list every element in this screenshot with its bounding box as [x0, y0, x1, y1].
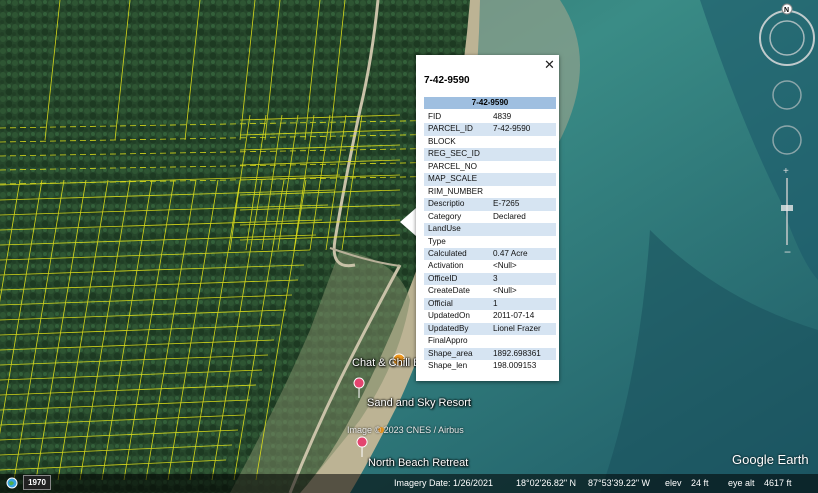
globe-icon[interactable]: [6, 477, 18, 489]
attribute-key: Type: [428, 236, 446, 246]
attribute-key: Shape_len: [428, 361, 468, 371]
attribute-value: [489, 236, 556, 248]
historical-imagery-year[interactable]: 1970: [23, 475, 51, 490]
zoom-in-icon[interactable]: +: [783, 166, 789, 177]
attribute-value: 1892.698361: [489, 347, 556, 361]
attribute-key: PARCEL_ID: [424, 123, 489, 136]
attribute-key: Activation: [428, 261, 464, 271]
attribute-key: REG_SEC_ID: [424, 148, 489, 161]
attribute-row: Activation <Null>: [424, 260, 556, 272]
popup-title: 7-42-9590: [424, 75, 470, 86]
attribute-key: Category: [428, 211, 462, 221]
place-label-sand-sky[interactable]: Sand and Sky Resort: [367, 397, 471, 409]
place-label-chat-chill[interactable]: Chat & Chill B: [352, 357, 420, 369]
attribute-value: 1: [489, 297, 556, 311]
attribute-row: Official 1: [424, 297, 556, 311]
attribute-key: PARCEL_NO: [428, 161, 477, 171]
attribute-key: Descriptio: [424, 198, 489, 211]
attribute-table: FID 4839 PARCEL_ID 7-42-9590 BLOCK REG_SEC_ID…: [424, 111, 556, 373]
attribute-value: 0.47 Acre: [489, 247, 556, 261]
elevation-value: 24 ft: [691, 478, 709, 488]
attribute-row: Shape_len 198.009153: [424, 360, 556, 372]
attribute-row: Calculated 0.47 Acre: [424, 247, 556, 261]
attribute-row: RIM_NUMBER: [424, 186, 556, 198]
imagery-attribution: Image © 2023 CNES / Airbus: [347, 425, 464, 435]
attribute-key: RIM_NUMBER: [428, 186, 484, 196]
attribute-row: UpdatedBy Lionel Frazer: [424, 322, 556, 336]
attribute-row: FID 4839: [424, 111, 556, 123]
attribute-key: Calculated: [424, 247, 489, 261]
attribute-value: 198.009153: [493, 361, 537, 371]
attribute-key: Shape_area: [424, 347, 489, 361]
zoom-slider-thumb[interactable]: [781, 205, 793, 211]
attribute-value: 3: [489, 272, 556, 286]
attribute-row: CreateDate <Null>: [424, 285, 556, 297]
attribute-key: CreateDate: [428, 286, 470, 296]
google-earth-logo: Google Earth: [732, 452, 809, 467]
attribute-table-header: 7-42-9590: [424, 97, 556, 109]
attribute-value: [489, 161, 556, 173]
attribute-key: UpdatedOn: [428, 311, 470, 321]
eye-altitude-value: 4617 ft: [764, 478, 792, 488]
attribute-value: 4839: [493, 112, 512, 121]
attribute-value: 2011-07-14: [493, 311, 535, 321]
attribute-key: MAP_SCALE: [424, 173, 489, 186]
attribute-value: [489, 335, 556, 347]
attribute-row: Type: [424, 236, 556, 248]
attribute-value: [489, 186, 556, 198]
attribute-row: MAP_SCALE: [424, 173, 556, 186]
attribute-row: Shape_area 1892.698361: [424, 347, 556, 361]
attribute-row: OfficeID 3: [424, 272, 556, 286]
attribute-row: FinalAppro: [424, 335, 556, 347]
attribute-value: 7-42-9590: [489, 123, 556, 136]
attribute-value: [489, 148, 556, 161]
attribute-row: REG_SEC_ID: [424, 148, 556, 161]
attribute-row: Category Declared: [424, 211, 556, 223]
attribute-key: FID: [428, 112, 442, 121]
attribute-value: Declared: [493, 211, 526, 221]
attribute-value: <Null>: [493, 286, 517, 296]
attribute-key: Official: [424, 297, 489, 311]
attribute-value: [489, 223, 556, 236]
place-label-north-beach[interactable]: North Beach Retreat: [368, 457, 468, 469]
attribute-key: BLOCK: [428, 136, 456, 146]
popup-pointer: [400, 208, 416, 236]
parcel-info-popup: ✕ 7-42-9590 7-42-9590 FID 4839 PARCEL_ID 7-…: [416, 55, 559, 381]
attribute-row: Descriptio E-7265: [424, 198, 556, 211]
attribute-row: BLOCK: [424, 136, 556, 148]
attribute-value: <Null>: [493, 261, 517, 271]
imagery-date: Imagery Date: 1/26/2021: [394, 478, 494, 488]
latitude-readout: 18°02'26.82" N: [516, 478, 577, 488]
zoom-out-icon[interactable]: −: [784, 245, 791, 259]
attribute-value: [489, 173, 556, 186]
eye-altitude-label: eye alt: [728, 478, 755, 488]
close-icon[interactable]: ✕: [544, 58, 555, 71]
attribute-key: FinalAppro: [428, 336, 468, 346]
attribute-row: PARCEL_NO: [424, 161, 556, 173]
attribute-row: LandUse: [424, 223, 556, 236]
attribute-key: UpdatedBy: [424, 322, 489, 336]
attribute-value: [489, 136, 556, 148]
attribute-row: PARCEL_ID 7-42-9590: [424, 123, 556, 136]
attribute-key: LandUse: [424, 223, 489, 236]
elevation-label: elev: [665, 478, 682, 488]
attribute-value: Lionel Frazer: [489, 322, 556, 336]
attribute-key: OfficeID: [424, 272, 489, 286]
attribute-row: UpdatedOn 2011-07-14: [424, 310, 556, 322]
compass-north-label: N: [784, 7, 789, 14]
longitude-readout: 87°53'39.22" W: [588, 478, 651, 488]
attribute-value: E-7265: [489, 198, 556, 211]
satellite-map[interactable]: N + −: [0, 0, 818, 493]
